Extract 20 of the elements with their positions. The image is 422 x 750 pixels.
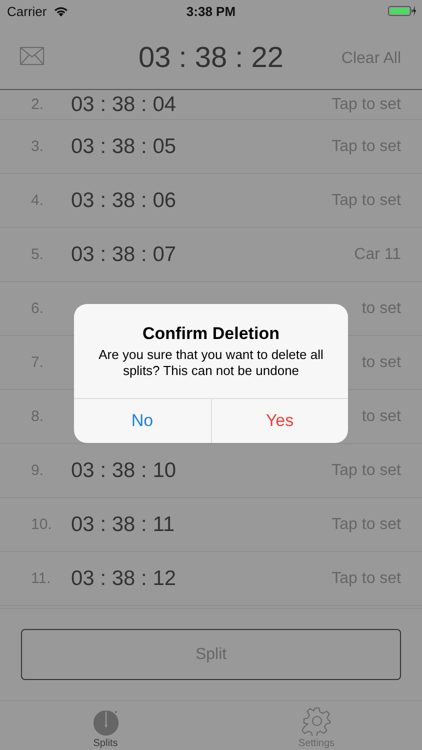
carrier-label: Carrier — [7, 4, 47, 18]
alert-button[interactable]: Yes — [210, 399, 348, 443]
mail-icon[interactable] — [20, 46, 44, 64]
alert-message: Are you sure that you want to delete all splits? This can not be undone — [98, 347, 324, 379]
alert-title: Confirm Deletion — [142, 324, 280, 344]
split-time: 03 : 38 : 04 — [71, 92, 176, 116]
split-time: 03 : 38 : 11 — [71, 512, 175, 536]
battery-icon — [388, 5, 416, 17]
status-time: 3:38 PM — [186, 4, 236, 18]
elapsed-clock: 03 : 38 : 22 — [138, 42, 284, 75]
split-time: 03 : 38 : 06 — [71, 188, 176, 212]
tab-item[interactable]: Splits — [0, 701, 211, 750]
wifi-icon — [52, 5, 69, 17]
split-time: 03 : 38 : 10 — [71, 458, 176, 482]
stopwatch-icon — [92, 708, 120, 736]
split-time: 03 : 38 : 12 — [71, 566, 176, 590]
settings-icon — [302, 706, 332, 736]
split-time: 03 : 38 : 07 — [71, 242, 176, 266]
split-time: 03 : 38 : 05 — [71, 134, 176, 158]
alert-button[interactable]: No — [74, 399, 210, 443]
